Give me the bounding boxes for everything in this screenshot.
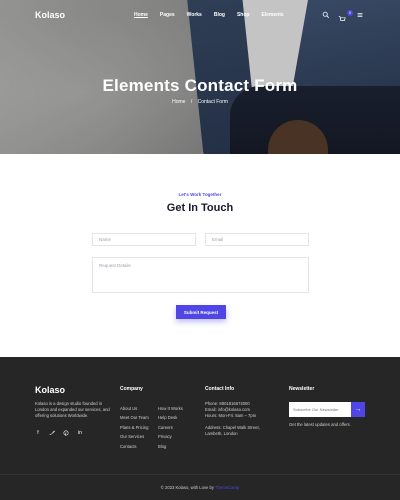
breadcrumb-current: Contact Form — [197, 99, 228, 105]
footer-logo[interactable]: Kolaso — [35, 385, 65, 395]
menu-grid-icon[interactable] — [356, 11, 364, 19]
cart-count-badge: 0 — [347, 10, 353, 16]
pinterest-icon[interactable] — [63, 430, 69, 436]
menu-item-elements[interactable]: Elements — [261, 12, 283, 18]
company-heading: Company — [120, 386, 143, 392]
footer-link-our-services[interactable]: Our Services — [120, 432, 149, 441]
hero-banner: Kolaso Home Pages Works Blog Shop Elemen… — [0, 0, 400, 154]
footer-link-how-it-works[interactable]: How It Works — [158, 404, 183, 413]
newsletter-box — [289, 402, 351, 417]
footer-link-privacy[interactable]: Privacy — [158, 432, 183, 441]
newsletter-submit-button[interactable]: → — [351, 402, 365, 417]
newsletter-heading: Newsletter — [289, 386, 315, 392]
name-field[interactable] — [92, 233, 196, 246]
footer-about-text: Kolaso is a design studio founded in Lon… — [35, 401, 110, 419]
contact-address-line2: Lambeth, London — [205, 430, 238, 436]
copyright: © 2023 Kolaso, with Love by ThemeCamp — [0, 485, 400, 490]
footer-link-help-desk[interactable]: Help Desk — [158, 413, 183, 422]
cart-icon — [338, 16, 346, 21]
footer-link-blog[interactable]: Blog — [158, 442, 183, 451]
menu-item-works[interactable]: Works — [187, 12, 202, 18]
section-kicker: Let's Work Together — [178, 192, 222, 197]
site-logo[interactable]: Kolaso — [35, 10, 65, 20]
cart-button[interactable]: 0 — [338, 10, 353, 21]
page-title: Elements Contact Form — [102, 76, 298, 95]
main-menu: Home Pages Works Blog Shop Elements — [134, 12, 296, 18]
footer-link-careers[interactable]: Careers — [158, 423, 183, 432]
search-icon[interactable] — [322, 11, 330, 19]
arrow-right-icon: → — [354, 406, 362, 413]
submit-request-button[interactable]: Submit Request — [176, 305, 226, 319]
copyright-brand-link[interactable]: ThemeCamp — [215, 485, 239, 490]
twitter-icon[interactable] — [49, 430, 55, 436]
contact-info: Phone: 8801816674000 Email: info@kolaso.… — [205, 401, 285, 437]
company-links-col2: How It Works Help Desk Careers Privacy B… — [158, 404, 183, 451]
footer-link-about-us[interactable]: About Us — [120, 404, 149, 413]
request-details-field[interactable] — [92, 257, 309, 293]
newsletter-note: Get the latest updates and offers. — [289, 422, 351, 427]
footer-divider — [0, 474, 400, 475]
company-links-col1: About Us Meet Our Team Plans & Pricing O… — [120, 404, 149, 451]
email-field[interactable] — [205, 233, 309, 246]
footer: Kolaso Kolaso is a design studio founded… — [0, 357, 400, 500]
menu-item-pages[interactable]: Pages — [160, 12, 175, 18]
footer-link-plans-pricing[interactable]: Plans & Pricing — [120, 423, 149, 432]
breadcrumb-home[interactable]: Home — [172, 99, 185, 105]
footer-link-meet-our-team[interactable]: Meet Our Team — [120, 413, 149, 422]
social-links: f in — [35, 430, 83, 436]
copyright-text: © 2023 Kolaso, with Love by — [160, 485, 214, 490]
nav-icons: 0 — [322, 10, 364, 21]
linkedin-icon[interactable]: in — [77, 430, 83, 436]
facebook-icon[interactable]: f — [35, 430, 41, 436]
contact-info-heading: Contact Info — [205, 386, 235, 392]
breadcrumb-separator: / — [190, 99, 193, 105]
newsletter-input[interactable] — [293, 402, 341, 417]
breadcrumb: Home / Contact Form — [0, 99, 400, 105]
menu-item-blog[interactable]: Blog — [214, 12, 225, 18]
top-navigation: Kolaso Home Pages Works Blog Shop Elemen… — [0, 0, 400, 30]
section-title: Get In Touch — [166, 202, 234, 214]
menu-item-shop[interactable]: Shop — [237, 12, 250, 18]
menu-item-home[interactable]: Home — [134, 12, 148, 18]
footer-link-contacts[interactable]: Contacts — [120, 442, 149, 451]
